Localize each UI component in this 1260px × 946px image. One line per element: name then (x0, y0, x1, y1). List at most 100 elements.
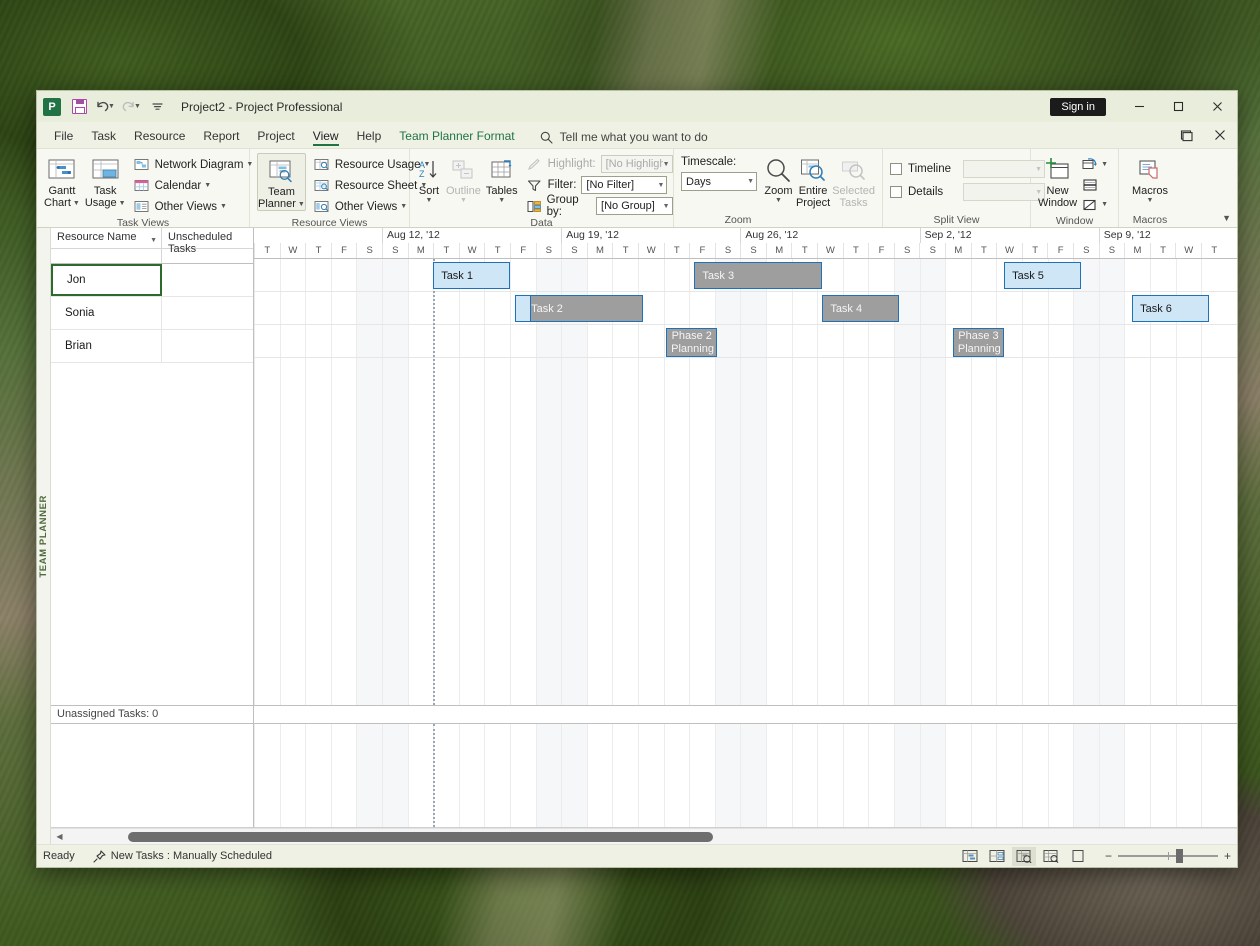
unassigned-day-column[interactable] (587, 724, 613, 827)
details-checkbox[interactable] (890, 186, 902, 198)
gantt-bar[interactable]: Task 1 (433, 262, 510, 289)
unassigned-tasks-left-pane[interactable] (51, 724, 254, 828)
scrollbar-thumb[interactable] (128, 832, 713, 842)
unassigned-day-column[interactable] (561, 724, 587, 827)
tab-team-planner-format[interactable]: Team Planner Format (390, 126, 523, 148)
arrange-all-button[interactable]: ▼ (1079, 155, 1111, 174)
tab-task[interactable]: Task (82, 126, 125, 148)
unassigned-day-column[interactable] (484, 724, 510, 827)
calendar-button[interactable]: Calendar ▼ (131, 176, 257, 195)
details-checkbox-row[interactable]: Details ▼ (890, 182, 1045, 202)
resource-name-cell[interactable]: Sonia (51, 297, 162, 329)
unassigned-tasks-timeline[interactable] (254, 724, 1237, 828)
unassigned-day-column[interactable] (894, 724, 920, 827)
task-other-views-caret-icon[interactable]: ▼ (220, 203, 227, 210)
task-other-views-button[interactable]: Other Views ▼ (131, 197, 257, 216)
unassigned-tasks-body[interactable] (51, 724, 1237, 828)
zoom-slider-thumb[interactable] (1176, 849, 1183, 863)
unassigned-day-column[interactable] (664, 724, 690, 827)
team-planner-caret-icon[interactable]: ▼ (298, 201, 305, 208)
task-usage-view-icon[interactable] (985, 847, 1009, 866)
unassigned-day-column[interactable] (843, 724, 869, 827)
timeline-resource-lane[interactable] (254, 325, 1237, 358)
unscheduled-tasks-cell[interactable] (162, 297, 253, 329)
tab-help[interactable]: Help (348, 126, 391, 148)
calendar-caret-icon[interactable]: ▼ (204, 182, 211, 189)
unassigned-day-column[interactable] (1150, 724, 1176, 827)
unassigned-day-column[interactable] (715, 724, 741, 827)
gantt-chart-caret-icon[interactable]: ▼ (73, 200, 80, 207)
split-window-button[interactable] (1079, 175, 1111, 194)
unassigned-day-column[interactable] (1124, 724, 1150, 827)
resource-other-views-caret-icon[interactable]: ▼ (400, 203, 407, 210)
unassigned-day-column[interactable] (280, 724, 306, 827)
resource-sheet-view-icon[interactable] (1039, 847, 1063, 866)
close-button[interactable] (1198, 91, 1237, 122)
entire-project-button[interactable]: Entire Project (796, 153, 830, 209)
unassigned-day-column[interactable] (254, 724, 280, 827)
unassigned-day-column[interactable] (689, 724, 715, 827)
resource-name-cell[interactable]: Jon (51, 264, 162, 296)
unassigned-day-column[interactable] (996, 724, 1022, 827)
undo-icon[interactable]: ▼ (93, 96, 117, 118)
close-document-button[interactable] (1203, 124, 1237, 146)
chevron-down-icon[interactable]: ▼ (747, 178, 754, 185)
unassigned-day-column[interactable] (433, 724, 459, 827)
timeline-checkbox[interactable] (890, 163, 902, 175)
status-new-tasks[interactable]: New Tasks : Manually Scheduled (93, 850, 272, 863)
scroll-left-arrow-icon[interactable]: ◀ (51, 832, 68, 841)
zoom-caret-icon[interactable]: ▼ (775, 197, 782, 204)
maximize-button[interactable] (1159, 91, 1198, 122)
unassigned-day-column[interactable] (971, 724, 997, 827)
unassigned-day-column[interactable] (408, 724, 434, 827)
minimize-button[interactable] (1120, 91, 1159, 122)
gantt-bar[interactable]: Task 3 (694, 262, 822, 289)
chevron-down-icon[interactable]: ▼ (663, 203, 670, 210)
task-usage-button[interactable]: Task Usage▼ (85, 153, 126, 209)
resource-name-cell[interactable]: Brian (51, 330, 162, 362)
unassigned-day-column[interactable] (817, 724, 843, 827)
unassigned-day-column[interactable] (331, 724, 357, 827)
gantt-chart-button[interactable]: Gantt Chart▼ (44, 153, 80, 209)
unscheduled-tasks-cell[interactable] (162, 330, 253, 362)
team-planner-view-icon[interactable] (1012, 847, 1036, 866)
sort-caret-icon[interactable]: ▼ (150, 237, 157, 244)
column-header-unscheduled-tasks[interactable]: Unscheduled Tasks (162, 228, 253, 248)
unassigned-day-column[interactable] (868, 724, 894, 827)
unassigned-day-column[interactable] (510, 724, 536, 827)
tab-file[interactable]: File (45, 126, 82, 148)
tab-resource[interactable]: Resource (125, 126, 194, 148)
gantt-bar[interactable]: Phase 2Planning (666, 328, 717, 357)
timeline-resource-lane[interactable] (254, 292, 1237, 325)
column-header-resource-name[interactable]: Resource Name ▼ (51, 228, 162, 248)
arrange-all-caret-icon[interactable]: ▼ (1101, 161, 1108, 168)
team-planner-button[interactable]: Team Planner▼ (257, 153, 306, 211)
filter-combo[interactable]: [No Filter] ▼ (581, 176, 667, 194)
scrollbar-track[interactable] (68, 829, 1237, 845)
unassigned-day-column[interactable] (536, 724, 562, 827)
unassigned-day-column[interactable] (740, 724, 766, 827)
network-diagram-button[interactable]: Network Diagram ▼ (131, 155, 257, 174)
zoom-slider[interactable]: − + (1105, 849, 1231, 863)
view-bar[interactable]: TEAM PLANNER (37, 228, 51, 844)
resource-row-sonia[interactable]: Sonia (51, 297, 253, 330)
unassigned-day-column[interactable] (1022, 724, 1048, 827)
tables-button[interactable]: Tables ▼ (486, 153, 518, 204)
timeline-checkbox-row[interactable]: Timeline ▼ (890, 159, 1045, 179)
unassigned-day-column[interactable] (1099, 724, 1125, 827)
sort-button[interactable]: AZ Sort ▼ (417, 153, 441, 204)
save-icon[interactable] (67, 96, 91, 118)
sign-in-button[interactable]: Sign in (1050, 98, 1106, 116)
gantt-chart-view-icon[interactable] (958, 847, 982, 866)
zoom-button[interactable]: Zoom ▼ (763, 153, 794, 204)
tables-caret-icon[interactable]: ▼ (498, 197, 505, 204)
unassigned-day-column[interactable] (766, 724, 792, 827)
ribbon-display-options-icon[interactable] (1169, 124, 1203, 146)
hide-window-caret-icon[interactable]: ▼ (1101, 201, 1108, 208)
timescale-combo[interactable]: Days ▼ (681, 172, 757, 191)
task-usage-caret-icon[interactable]: ▼ (119, 200, 126, 207)
gantt-bar[interactable]: Task 5 (1004, 262, 1081, 289)
customize-qat-icon[interactable] (145, 96, 169, 118)
unassigned-day-column[interactable] (1073, 724, 1099, 827)
gantt-bar[interactable]: Task 2 (515, 295, 643, 322)
